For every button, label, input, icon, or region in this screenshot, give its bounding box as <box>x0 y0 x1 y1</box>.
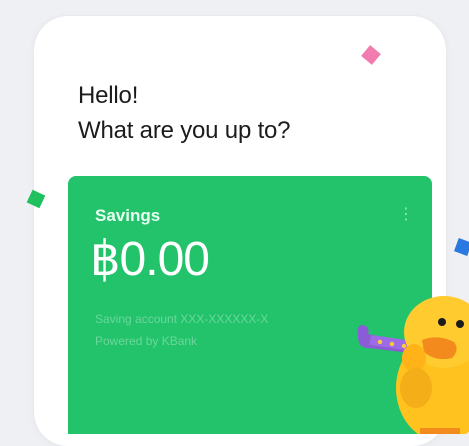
greeting-question: What are you up to? <box>78 117 291 144</box>
more-vertical-icon[interactable]: ⋮ <box>398 206 414 224</box>
greeting-hello: Hello! <box>78 82 139 109</box>
duck-mascot-icon <box>357 296 469 434</box>
pink-confetti-icon <box>361 45 381 65</box>
blue-confetti-icon <box>454 238 469 256</box>
account-provider: Powered by KBank <box>95 334 198 348</box>
account-title: Savings <box>95 206 161 225</box>
green-confetti-icon <box>26 189 46 209</box>
account-number: Saving account XXX-XXXXXX-X <box>95 312 269 326</box>
account-balance: ฿0.00 <box>90 233 210 286</box>
greeting-text: Hello! What are you up to? <box>78 78 291 148</box>
